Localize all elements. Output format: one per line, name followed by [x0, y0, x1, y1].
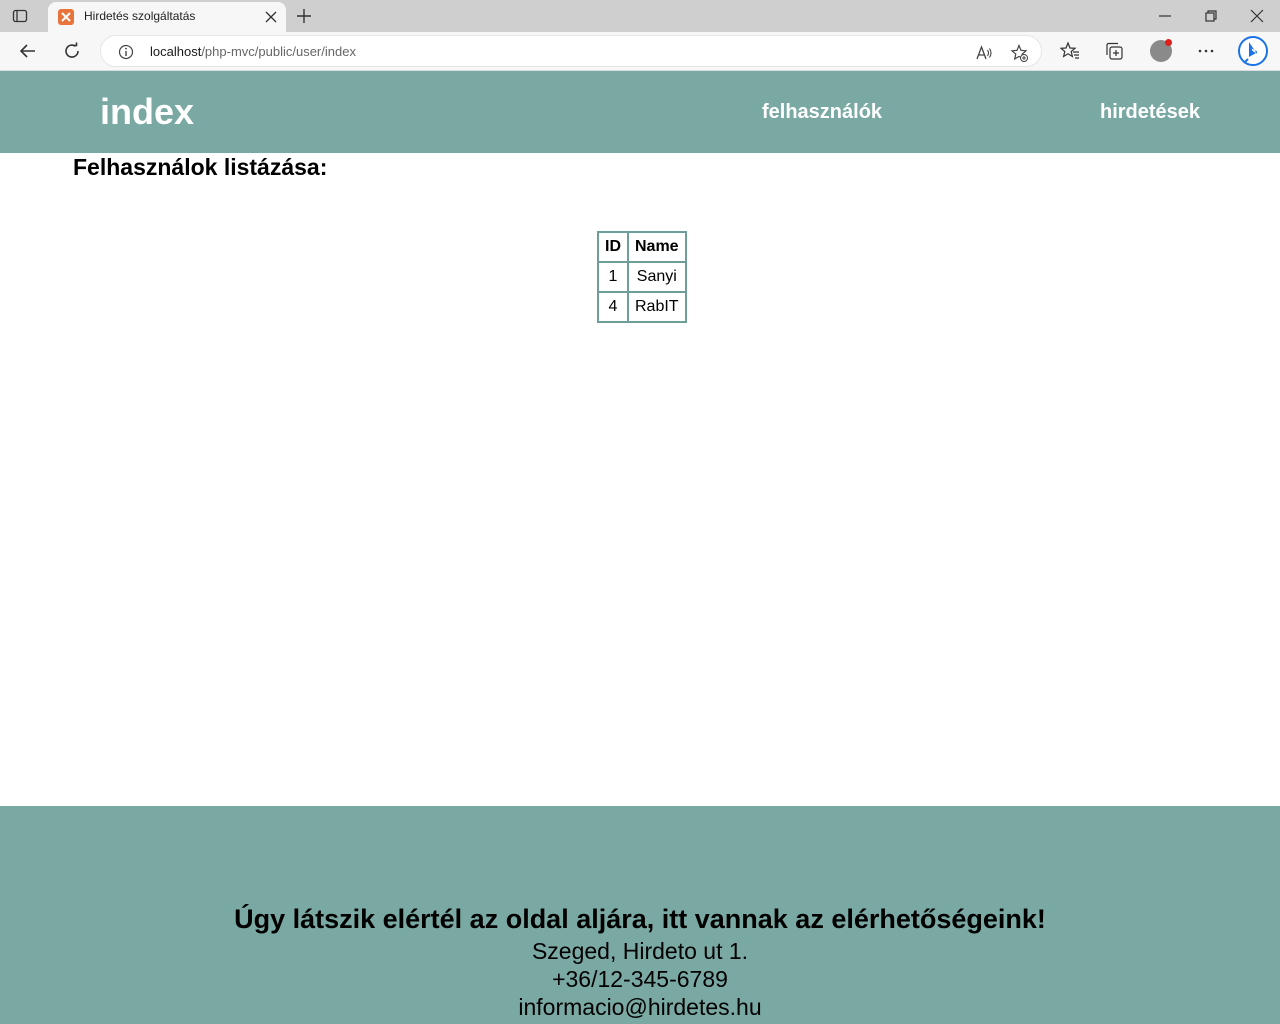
address-bar[interactable]: localhost/php-mvc/public/user/index: [100, 35, 1042, 67]
cell-name: RabIT: [627, 291, 687, 323]
url-host: localhost: [150, 44, 202, 59]
browser-toolbar: localhost/php-mvc/public/user/index: [0, 32, 1280, 71]
favorites-icon[interactable]: [1060, 41, 1080, 61]
url-path: /php-mvc/public/user/index: [201, 44, 356, 59]
page-heading: Felhasználok listázása:: [73, 154, 328, 180]
read-aloud-icon[interactable]: [975, 44, 993, 62]
nav-link-felhasznalok[interactable]: felhasználók: [762, 101, 882, 124]
bing-chat-icon[interactable]: [1237, 35, 1269, 67]
nav-link-hirdetesek[interactable]: hirdetések: [1100, 101, 1200, 124]
minimize-icon[interactable]: [1158, 9, 1172, 23]
back-arrow-icon[interactable]: [19, 42, 37, 60]
footer-title: Úgy látszik elértél az oldal aljára, itt…: [234, 904, 1046, 934]
active-tab[interactable]: Hirdetés szolgáltatás: [48, 2, 286, 32]
users-table: ID Name 1 Sanyi 4 RabIT: [597, 231, 687, 323]
footer-address: Szeged, Hirdeto ut 1.: [531, 938, 749, 964]
cell-id: 1: [597, 261, 629, 293]
notification-dot: [1165, 39, 1172, 46]
column-header-id: ID: [597, 231, 629, 263]
tab-title: Hirdetés szolgáltatás: [84, 9, 196, 23]
browser-chrome: Hirdetés szolgáltatás localhost/php-mvc/…: [0, 0, 1280, 71]
tab-bar: Hirdetés szolgáltatás: [0, 0, 1280, 32]
restore-icon[interactable]: [1204, 9, 1218, 23]
collections-icon[interactable]: [1104, 41, 1124, 61]
cell-name: Sanyi: [627, 261, 687, 293]
close-window-icon[interactable]: [1250, 9, 1264, 23]
footer-phone: +36/12-345-6789: [552, 966, 728, 992]
column-header-name: Name: [627, 231, 687, 263]
table-row: 1 Sanyi: [597, 261, 687, 293]
tab-actions-icon[interactable]: [12, 8, 28, 24]
xampp-favicon-icon: [58, 9, 74, 25]
more-options-icon[interactable]: [1196, 41, 1216, 61]
site-logo[interactable]: index: [100, 91, 194, 133]
info-icon[interactable]: [118, 44, 134, 60]
refresh-icon[interactable]: [63, 42, 81, 60]
site-footer: Úgy látszik elértél az oldal aljára, itt…: [0, 806, 1280, 1024]
add-favorite-icon[interactable]: [1010, 44, 1028, 62]
footer-email: informacio@hirdetes.hu: [518, 994, 762, 1020]
table-header-row: ID Name: [597, 231, 687, 263]
table-row: 4 RabIT: [597, 291, 687, 323]
url-text[interactable]: localhost/php-mvc/public/user/index: [150, 44, 356, 59]
cell-id: 4: [597, 291, 629, 323]
new-tab-icon[interactable]: [296, 8, 312, 24]
close-tab-icon[interactable]: [265, 11, 277, 23]
site-header: index felhasználók hirdetések: [0, 71, 1280, 153]
